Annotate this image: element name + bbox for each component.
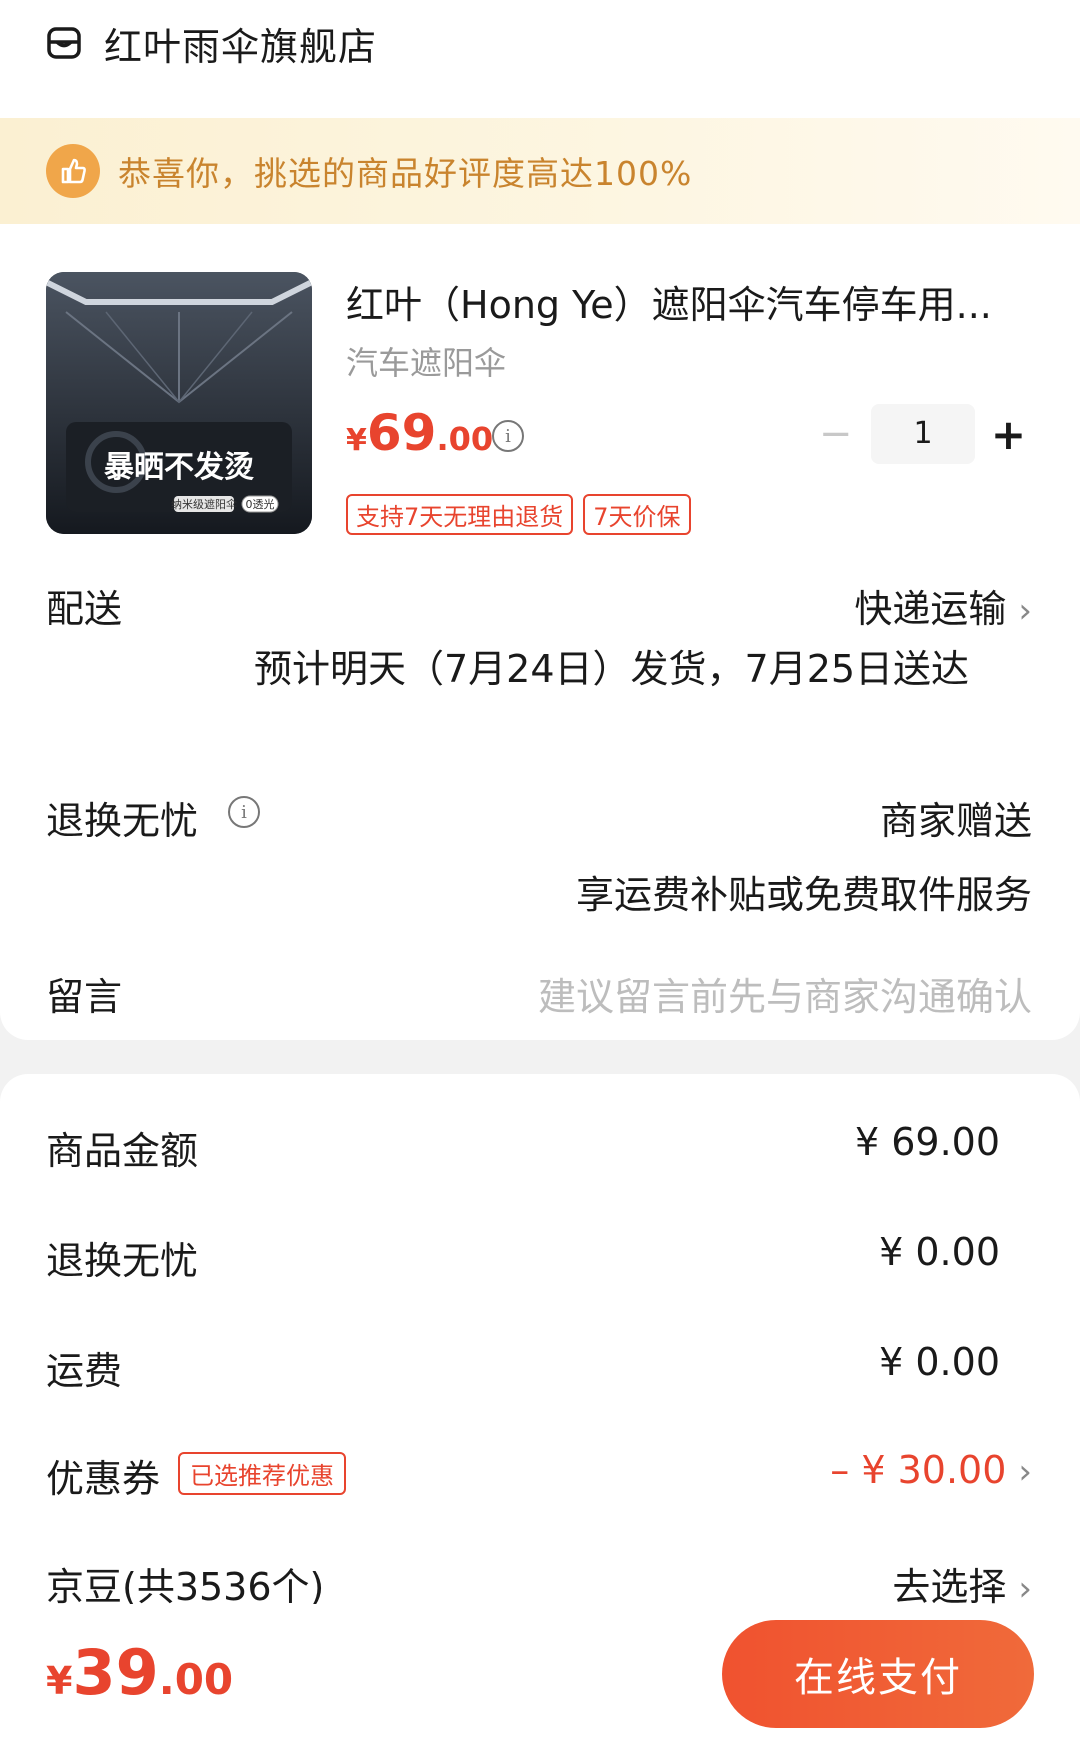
return-service-description: 享运费补贴或免费取件服务: [575, 873, 1032, 917]
store-icon: [47, 27, 81, 59]
summary-value-return: ¥ 0.00: [879, 1230, 1000, 1274]
coupon-tag: 已选推荐优惠: [178, 1452, 346, 1495]
image-subcaption: 纳米级遮阳伞: [171, 497, 237, 511]
summary-value-goods: ¥ 69.00: [854, 1120, 1000, 1164]
increase-button[interactable]: +: [985, 410, 1032, 459]
coupon-value-text: – ¥ 30.00: [830, 1448, 1007, 1492]
total-integer: 39: [72, 1636, 159, 1709]
tag-return: 支持7天无理由退货: [346, 494, 574, 535]
jingdou-select[interactable]: 去选择 ›: [892, 1556, 1032, 1611]
product-image[interactable]: 暴晒不发烫 纳米级遮阳伞 0透光: [46, 272, 312, 534]
thumbs-up-icon: [46, 144, 100, 198]
chevron-right-icon: ›: [1018, 591, 1032, 631]
image-badge: 0透光: [246, 497, 275, 511]
quantity-stepper: − 1 +: [812, 404, 1032, 464]
delivery-method-text: 快递运输: [854, 587, 1007, 631]
chevron-right-icon: ›: [1018, 1569, 1032, 1609]
jingdou-select-text: 去选择: [892, 1565, 1007, 1609]
pay-online-button[interactable]: 在线支付: [722, 1620, 1034, 1728]
price-decimal: .00: [436, 420, 494, 458]
return-info-icon[interactable]: i: [228, 796, 260, 828]
banner-text: 恭喜你，挑选的商品好评度高达100%: [118, 154, 693, 193]
product-title[interactable]: 红叶（Hong Ye）遮阳伞汽车停车用...: [346, 274, 1036, 329]
store-name: 红叶雨伞旗舰店: [104, 24, 378, 69]
rating-banner: 恭喜你，挑选的商品好评度高达100%: [0, 118, 1080, 224]
return-service-label: 退换无忧: [46, 799, 199, 843]
product-spec[interactable]: 汽车遮阳伞: [346, 338, 506, 384]
product-price: ¥ 69 .00: [346, 404, 493, 462]
service-tags: 支持7天无理由退货 7天价保: [346, 494, 701, 535]
message-input[interactable]: 建议留言前先与商家沟通确认: [538, 966, 1032, 1021]
summary-label-jingdou: 京豆(共3536个): [46, 1565, 325, 1609]
delivery-method[interactable]: 快递运输 ›: [854, 578, 1032, 633]
chevron-right-icon: ›: [1018, 1452, 1032, 1492]
store-header[interactable]: 红叶雨伞旗舰店: [46, 18, 378, 69]
delivery-label: 配送: [46, 587, 123, 631]
coupon-value[interactable]: – ¥ 30.00 ›: [830, 1448, 1032, 1492]
decrease-button[interactable]: −: [812, 411, 859, 457]
message-label: 留言: [46, 975, 123, 1019]
return-service-value: 商家赠送: [879, 799, 1032, 843]
summary-label-shipping: 运费: [46, 1349, 123, 1393]
summary-label-goods: 商品金额: [46, 1129, 199, 1173]
image-caption: 暴晒不发烫: [104, 450, 254, 485]
total-decimal: .00: [158, 1655, 234, 1704]
price-info-icon[interactable]: i: [492, 420, 524, 452]
summary-value-shipping: ¥ 0.00: [879, 1340, 1000, 1384]
summary-label-return: 退换无忧: [46, 1239, 199, 1283]
quantity-input[interactable]: 1: [871, 404, 975, 464]
total-symbol: ¥: [46, 1659, 73, 1703]
price-symbol: ¥: [346, 423, 367, 458]
price-integer: 69: [366, 404, 437, 462]
total-price: ¥ 39 .00: [46, 1636, 233, 1709]
delivery-estimate: 预计明天（7月24日）发货，7月25日送达: [254, 647, 970, 691]
summary-label-coupon: 优惠券: [46, 1457, 161, 1501]
tag-price-protect: 7天价保: [583, 494, 691, 535]
